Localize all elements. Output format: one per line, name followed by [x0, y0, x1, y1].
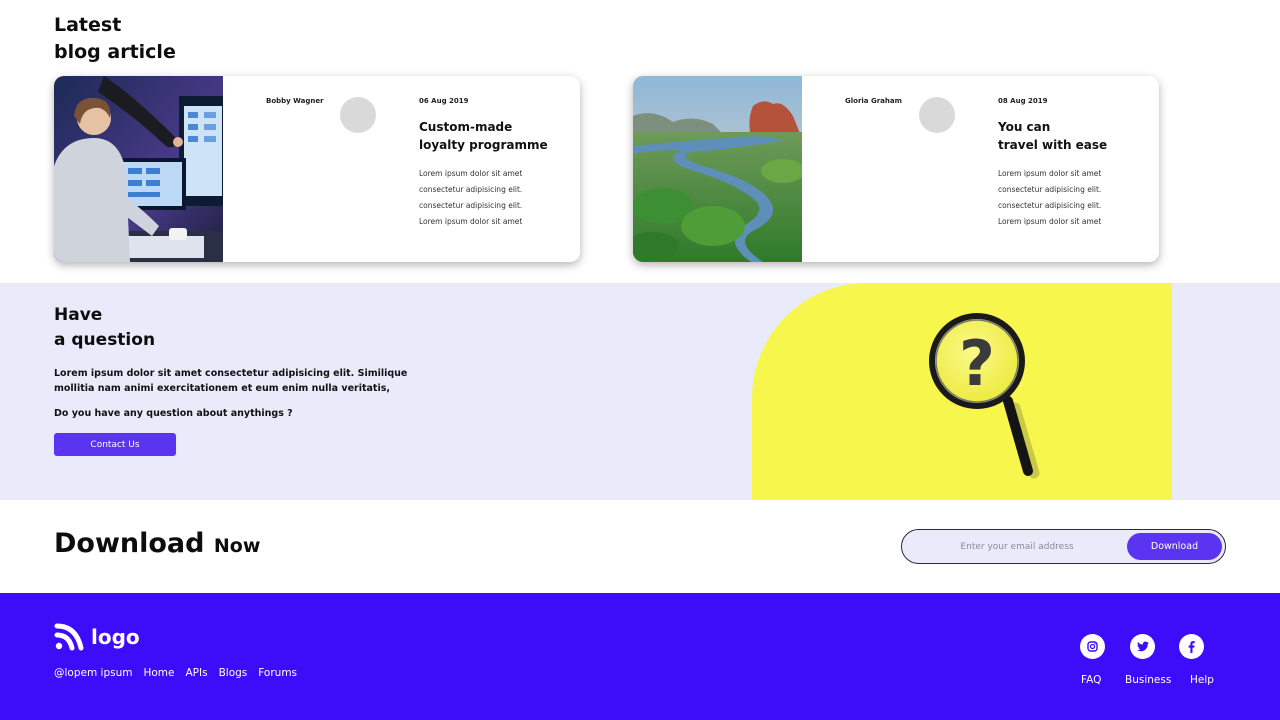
card-date: 08 Aug 2019 [998, 97, 1048, 105]
logo-text: logo [91, 625, 140, 649]
footer-link-blogs[interactable]: Blogs [219, 667, 248, 679]
footer-link-business[interactable]: Business [1125, 674, 1171, 686]
footer-link-apis[interactable]: APIs [185, 667, 207, 679]
card-excerpt: Lorem ipsum dolor sit amet consectetur a… [998, 166, 1148, 230]
question-prompt: Do you have any question about anythings… [54, 408, 293, 419]
blog-heading-line1: Latest [54, 14, 122, 36]
card-excerpt-line: consectetur adipisicing elit. [419, 201, 523, 210]
blog-card-image [633, 76, 802, 262]
card-title[interactable]: You can travel with ease [998, 118, 1148, 154]
download-form: Download [901, 529, 1226, 564]
svg-text:?: ? [959, 327, 995, 400]
blog-card[interactable]: Bobby Wagner 06 Aug 2019 Custom-made loy… [54, 76, 580, 262]
question-section: Have a question Lorem ipsum dolor sit am… [0, 283, 1280, 500]
blog-card[interactable]: Gloria Graham 08 Aug 2019 You can travel… [633, 76, 1159, 262]
question-image: ? [752, 283, 1172, 500]
card-excerpt-line: consectetur adipisicing elit. [998, 201, 1102, 210]
logo[interactable]: logo [54, 622, 140, 652]
question-heading-line1: Have [54, 305, 103, 325]
question-heading-line2: a question [54, 330, 156, 350]
card-excerpt-line: Lorem ipsum dolor sit amet [419, 217, 523, 226]
question-description: Lorem ipsum dolor sit amet consectetur a… [54, 368, 408, 394]
download-title-sub: Now [213, 535, 261, 557]
card-author: Gloria Graham [845, 97, 902, 105]
footer-link-brand[interactable]: @lopem ipsum [54, 667, 132, 679]
card-excerpt-line: Lorem ipsum dolor sit amet [998, 217, 1102, 226]
blog-heading-line2: blog article [54, 41, 176, 63]
card-excerpt-line: consectetur adipisicing elit. [998, 185, 1102, 194]
card-title[interactable]: Custom-made loyalty programme [419, 118, 569, 154]
footer: logo @lopem ipsum Home APIs Blogs Forums… [0, 593, 1280, 720]
magnifier-question-icon: ? [929, 313, 1040, 479]
card-excerpt-line: Lorem ipsum dolor sit amet [419, 169, 523, 178]
email-field[interactable] [912, 536, 1122, 558]
card-excerpt-line: consectetur adipisicing elit. [419, 185, 523, 194]
card-excerpt: Lorem ipsum dolor sit amet consectetur a… [419, 166, 569, 230]
card-title-line2: travel with ease [998, 138, 1108, 152]
footer-link-forums[interactable]: Forums [258, 667, 297, 679]
card-title-line2: loyalty programme [419, 138, 548, 152]
avatar [919, 97, 955, 133]
contact-us-button[interactable]: Contact Us [54, 433, 176, 456]
download-title-main: Download [54, 528, 205, 559]
download-button[interactable]: Download [1127, 533, 1222, 560]
blog-card-image [54, 76, 223, 262]
card-title-line1: Custom-made [419, 120, 513, 134]
facebook-icon[interactable] [1179, 634, 1204, 659]
card-title-line1: You can [998, 120, 1051, 134]
footer-link-home[interactable]: Home [143, 667, 174, 679]
card-excerpt-line: Lorem ipsum dolor sit amet [998, 169, 1102, 178]
card-date: 06 Aug 2019 [419, 97, 469, 105]
instagram-icon[interactable] [1080, 634, 1105, 659]
footer-link-help[interactable]: Help [1190, 674, 1214, 686]
office-photo [54, 76, 223, 262]
footer-link-faq[interactable]: FAQ [1081, 674, 1101, 686]
logo-icon [54, 623, 84, 651]
twitter-icon[interactable] [1130, 634, 1155, 659]
question-heading: Have a question [54, 303, 155, 353]
avatar [340, 97, 376, 133]
footer-nav: @lopem ipsum Home APIs Blogs Forums [54, 667, 297, 679]
blog-heading: Latest blog article [54, 12, 176, 66]
download-title: Download Now [54, 528, 260, 559]
card-author: Bobby Wagner [266, 97, 324, 105]
river-landscape-photo [633, 76, 802, 262]
